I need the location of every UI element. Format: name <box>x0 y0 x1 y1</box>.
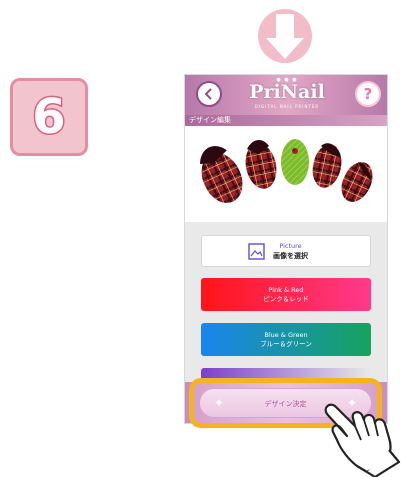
question-icon: ? <box>363 85 373 103</box>
phone-screen: ● ● ● PriNail DIGITAL NAIL PRINTER ? デザイ… <box>184 74 388 424</box>
help-button[interactable]: ? <box>355 81 381 107</box>
picture-label-en: Picture <box>279 242 302 250</box>
pink-red-button[interactable]: Pink & Red ピンク＆レッド <box>201 278 371 311</box>
pointing-hand-icon <box>324 403 401 477</box>
down-arrow-icon <box>258 9 312 63</box>
step-number: 6 <box>31 88 67 147</box>
page-title: デザイン編集 <box>189 116 231 124</box>
image-icon <box>248 243 265 260</box>
chevron-left-icon <box>204 88 212 100</box>
app-logo: ● ● ● PriNail DIGITAL NAIL PRINTER <box>249 77 325 109</box>
picture-label-jp: 画像を選択 <box>273 252 308 260</box>
sparkle-icon: ✦ <box>214 396 225 410</box>
subheader: デザイン編集 <box>185 115 387 126</box>
nail-designs-image <box>200 139 373 203</box>
select-picture-button[interactable]: Picture 画像を選択 <box>201 235 371 267</box>
back-button[interactable] <box>196 81 222 107</box>
step-badge: 6 <box>10 78 88 156</box>
blue-green-button[interactable]: Blue & Green ブルー＆グリーン <box>201 323 371 356</box>
nail-preview <box>185 126 387 222</box>
app-header: ● ● ● PriNail DIGITAL NAIL PRINTER ? <box>185 75 387 115</box>
